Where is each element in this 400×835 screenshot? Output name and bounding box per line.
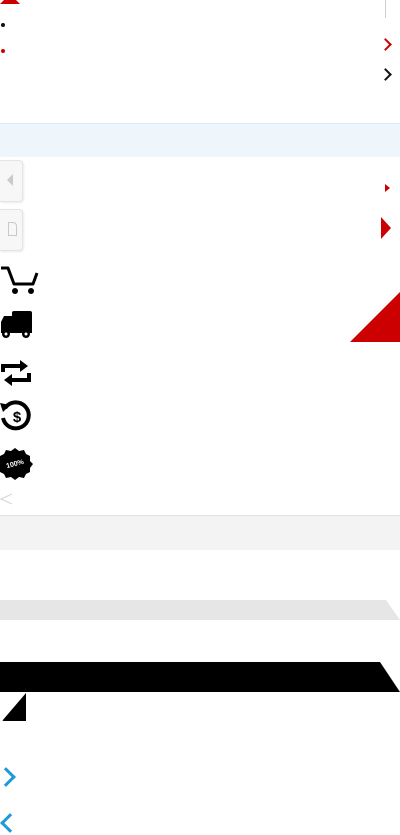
document-icon: [8, 222, 17, 236]
arrow-right-large-icon[interactable]: [381, 217, 391, 239]
exchange-arrows-icon: [1, 360, 31, 386]
chevron-right-icon[interactable]: [0, 767, 16, 787]
money-back-icon: $: [0, 400, 31, 431]
section-tab-black: [0, 662, 400, 692]
svg-text:$: $: [13, 409, 22, 426]
bullet-dot: [1, 23, 5, 27]
chevron-left-icon[interactable]: [0, 813, 20, 833]
grey-band: [0, 515, 400, 550]
bullet-dot-red: [1, 49, 5, 53]
collapse-arrow-icon[interactable]: [0, 493, 14, 505]
top-divider: [385, 0, 386, 18]
previous-tab[interactable]: [0, 160, 23, 202]
red-corner-decoration: [350, 292, 400, 342]
section-tab-grey: [0, 600, 400, 620]
chevron-right-icon[interactable]: [379, 38, 392, 51]
info-band: [0, 123, 400, 157]
guarantee-badge-icon: 100%: [0, 448, 33, 480]
delivery-truck-icon: [1, 311, 32, 338]
arrow-left-icon: [7, 174, 13, 186]
black-corner-wedge: [2, 693, 26, 721]
shopping-cart-icon: [1, 266, 39, 294]
top-red-corner: [0, 0, 20, 4]
arrow-right-small-icon[interactable]: [385, 184, 390, 192]
document-tab[interactable]: [0, 209, 23, 251]
chevron-right-icon[interactable]: [379, 68, 392, 81]
